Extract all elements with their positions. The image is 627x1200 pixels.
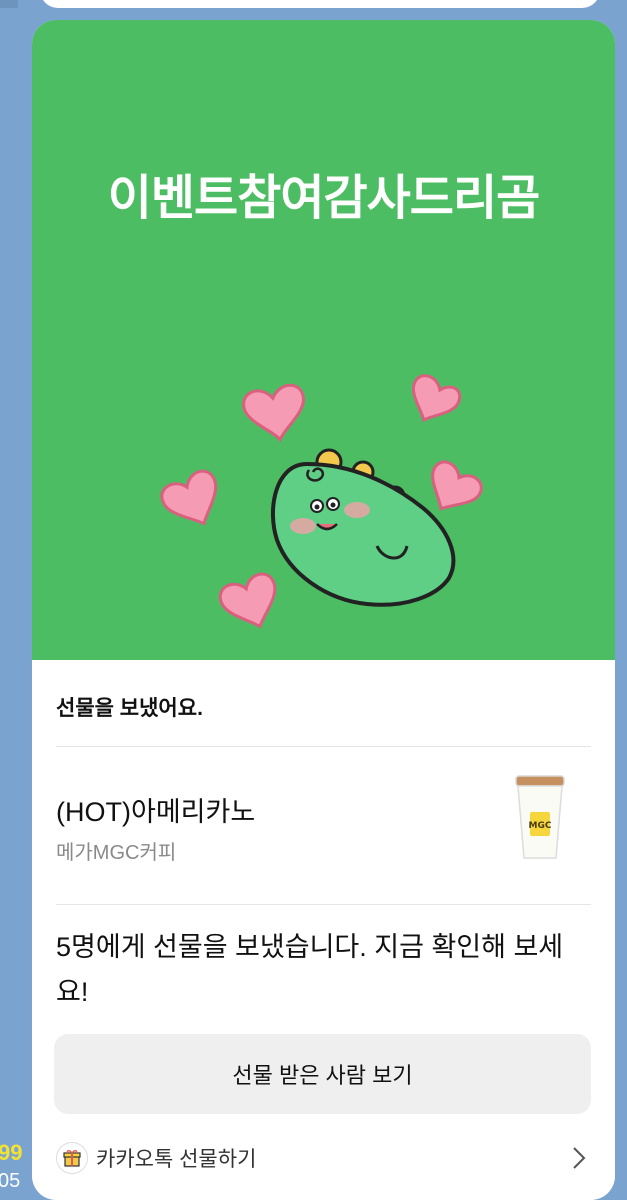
- chevron-right-icon[interactable]: [567, 1143, 591, 1173]
- mascot-illustration: [160, 374, 483, 629]
- unread-count: 99: [0, 1140, 23, 1165]
- heart-icon: [242, 383, 306, 443]
- heart-icon: [160, 469, 218, 526]
- gift-message-text: 5명에게 선물을 보냈습니다. 지금 확인해 보세요!: [56, 932, 564, 1007]
- heart-icon: [218, 572, 277, 629]
- previous-message-bubble: [40, 0, 600, 8]
- gift-message-card[interactable]: 이벤트참여감사드리곰 선물을 보냈어요. (HOT)아메리카노 메가MGC커피 …: [32, 20, 615, 1200]
- divider: [56, 904, 591, 905]
- gift-hero-banner: 이벤트참여감사드리곰: [32, 20, 615, 660]
- footer-label: 카카오톡 선물하기: [96, 1148, 257, 1171]
- brand-name: 메가MGC커피: [56, 842, 177, 864]
- dinosaur-character: [270, 448, 456, 607]
- view-recipients-button[interactable]: 선물 받은 사람 보기: [54, 1034, 591, 1114]
- product-name: (HOT)아메리카노: [56, 797, 256, 827]
- gift-sent-label: 선물을 보냈어요.: [56, 697, 203, 720]
- divider: [56, 746, 591, 747]
- hero-title: 이벤트참여감사드리곰: [107, 172, 541, 225]
- message-time: 05: [0, 1170, 21, 1192]
- left-edge-decoration: [0, 0, 18, 8]
- svg-text:MGC: MGC: [529, 821, 552, 831]
- gift-box-icon: [56, 1142, 88, 1174]
- coffee-cup-icon: MGC: [515, 775, 565, 859]
- kakao-gift-footer-link[interactable]: 카카오톡 선물하기: [56, 1140, 591, 1176]
- heart-icon: [411, 374, 462, 423]
